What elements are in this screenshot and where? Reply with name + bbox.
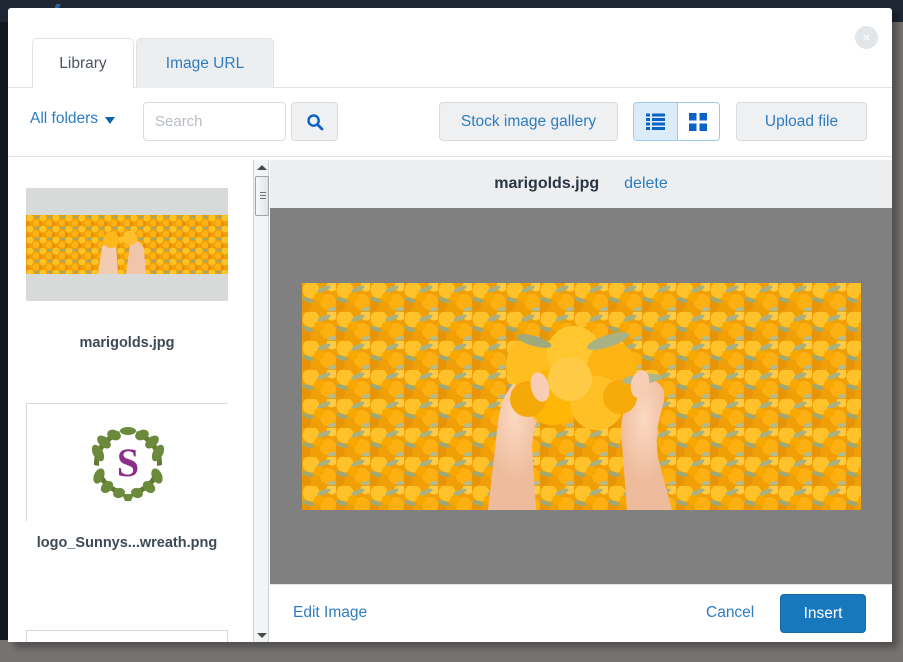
grid-view-button[interactable] <box>676 102 720 141</box>
thumbnail-image <box>26 215 228 274</box>
insert-button[interactable]: Insert <box>780 594 866 633</box>
modal-footer: Edit Image Cancel Insert <box>270 584 892 642</box>
search-icon <box>306 113 323 130</box>
list-item-filename: marigolds.jpg <box>79 335 175 351</box>
upload-file-button[interactable]: Upload file <box>736 102 867 141</box>
image-picker-modal: × Library Image URL All folders Stock im… <box>8 8 892 642</box>
stock-image-gallery-button[interactable]: Stock image gallery <box>439 102 618 141</box>
library-toolbar: All folders Stock image gallery <box>8 88 892 157</box>
search-input[interactable] <box>143 102 286 141</box>
tab-bar: Library Image URL <box>8 30 892 88</box>
chevron-down-icon <box>105 116 116 124</box>
sidebar-scrollbar[interactable] <box>253 160 269 642</box>
close-icon[interactable]: × <box>855 26 878 49</box>
list-icon <box>645 113 665 130</box>
triangle-up-icon <box>257 164 267 170</box>
scroll-up-button[interactable] <box>254 160 270 174</box>
tab-image-url[interactable]: Image URL <box>136 38 274 88</box>
preview-header: marigolds.jpg delete <box>270 160 892 208</box>
list-item[interactable]: S <box>26 403 229 522</box>
preview-image <box>301 282 861 510</box>
tab-library[interactable]: Library <box>32 38 134 88</box>
delete-link[interactable]: delete <box>624 175 668 193</box>
triangle-down-icon <box>257 632 267 638</box>
svg-text:S: S <box>117 440 139 485</box>
list-item[interactable] <box>26 630 228 642</box>
folder-filter-label: All folders <box>30 110 99 127</box>
grid-icon <box>689 112 708 131</box>
search-button[interactable] <box>291 102 338 141</box>
edit-image-link[interactable]: Edit Image <box>293 604 367 622</box>
cancel-button[interactable]: Cancel <box>706 604 754 622</box>
list-view-button[interactable] <box>633 102 677 141</box>
scroll-down-button[interactable] <box>254 628 270 642</box>
folder-filter-dropdown[interactable]: All folders <box>30 110 116 128</box>
preview-stage <box>270 208 892 584</box>
view-mode-toggle <box>633 102 720 141</box>
preview-filename: marigolds.jpg <box>494 175 600 192</box>
thumbnail-image: S <box>27 404 229 522</box>
media-library-list[interactable]: marigolds.jpg S logo_Sunnys...wreath.png <box>8 157 246 642</box>
scrollbar-thumb[interactable] <box>255 176 269 216</box>
list-item-filename: logo_Sunnys...wreath.png <box>36 535 218 551</box>
list-item[interactable] <box>26 188 228 301</box>
